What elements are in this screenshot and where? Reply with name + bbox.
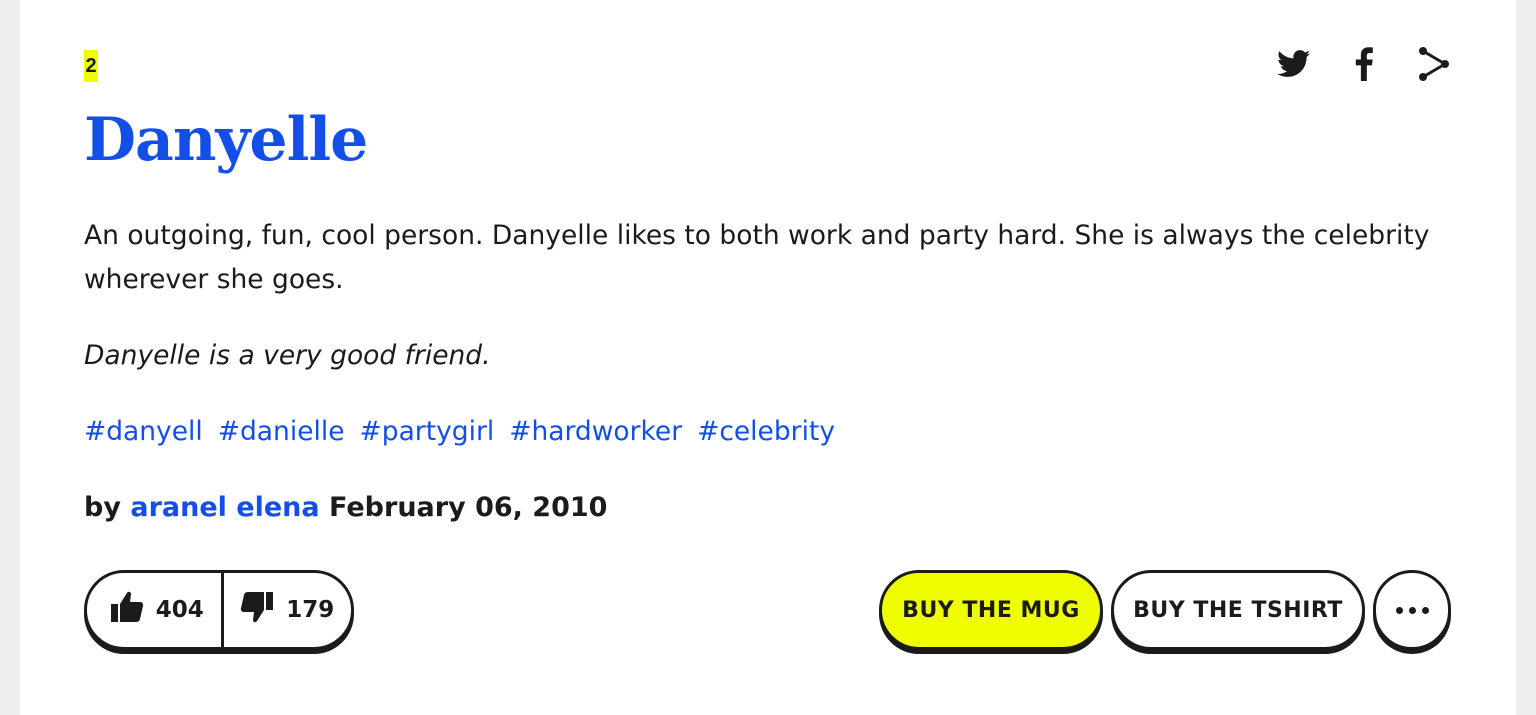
definition-example: Danyelle is a very good friend. [84,340,491,371]
buy-tshirt-button[interactable]: BUY THE TSHIRT [1111,570,1365,650]
buy-mug-button[interactable]: BUY THE MUG [879,570,1103,650]
tag-list: #danyell #danielle #partygirl #hardworke… [84,410,835,454]
downvote-count: 179 [286,597,335,623]
share-bar [1274,44,1454,84]
contributor-line: by aranel elena February 06, 2010 [84,486,607,530]
thumbs-down-icon [240,591,274,629]
tag-link[interactable]: #partygirl [360,410,495,454]
definition-meaning: An outgoing, fun, cool person. Danyelle … [84,220,1430,295]
share-icon[interactable] [1414,44,1454,84]
tag-link[interactable]: #danyell [84,410,203,454]
post-date: February 06, 2010 [329,492,608,523]
upvote-button[interactable]: 404 [87,573,224,647]
downvote-button[interactable]: 179 [224,573,352,647]
author-link[interactable]: aranel elena [130,492,319,523]
contributor-prefix: by [84,492,121,523]
more-dots-icon [1395,606,1429,614]
tag-link[interactable]: #hardworker [509,410,682,454]
rank-badge: 2 [84,50,98,82]
definition-card: 2 Danyelle An outgoing, fun, cool person… [20,0,1516,715]
tag-link[interactable]: #celebrity [697,410,835,454]
facebook-icon[interactable] [1344,44,1384,84]
upvote-count: 404 [155,597,204,623]
twitter-icon[interactable] [1274,44,1314,84]
word-title[interactable]: Danyelle [84,100,368,180]
more-options-button[interactable] [1373,570,1451,650]
vote-buttons: 404 179 [84,570,354,650]
tag-link[interactable]: #danielle [218,410,345,454]
thumbs-up-icon [110,591,144,629]
